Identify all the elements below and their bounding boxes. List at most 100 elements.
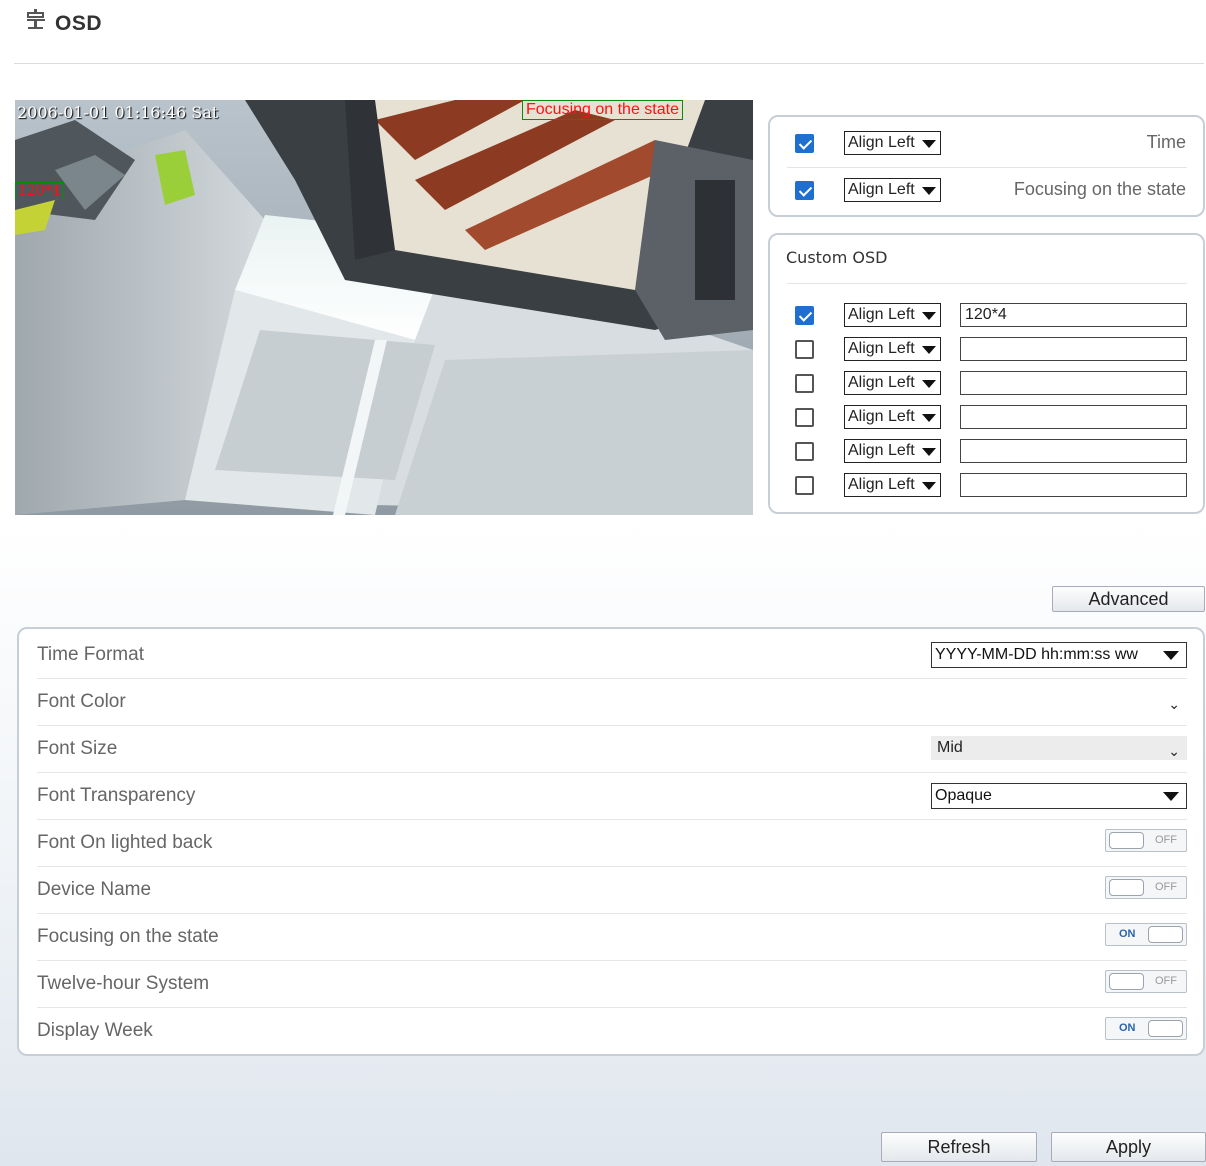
time-checkbox[interactable] [795, 134, 814, 153]
toggle-knob [1148, 1020, 1183, 1037]
dropdown-arrow-icon [922, 380, 936, 388]
time-format-select[interactable]: YYYY-MM-DD hh:mm:ss ww [931, 642, 1187, 668]
custom-osd-checkbox-5[interactable] [795, 442, 814, 461]
focus-state-align-value: Align Left [848, 181, 915, 198]
align-value: Align Left [848, 476, 915, 493]
custom-osd-text-4[interactable] [960, 405, 1187, 429]
font-size-value: Mid [937, 739, 963, 756]
custom-osd-align-select-4[interactable]: Align Left [844, 405, 941, 429]
row-divider [37, 819, 1187, 820]
custom-osd-align-select-2[interactable]: Align Left [844, 337, 941, 361]
align-value: Align Left [848, 408, 915, 425]
osd-settings-panel: Time Format YYYY-MM-DD hh:mm:ss ww Font … [17, 627, 1205, 1056]
twelve-hour-toggle[interactable]: OFF [1105, 970, 1187, 993]
title-divider [787, 283, 1187, 284]
align-value: Align Left [848, 374, 915, 391]
time-label: Time [1146, 132, 1186, 152]
font-color-select[interactable]: ⌄ [931, 689, 1187, 713]
row-divider [787, 167, 1187, 168]
dropdown-arrow-icon [922, 312, 936, 320]
osd-settings-icon [24, 8, 48, 34]
dropdown-arrow-icon [922, 187, 936, 195]
row-divider [37, 960, 1187, 961]
toggle-state: ON [1119, 928, 1136, 940]
chevron-down-icon: ⌄ [1168, 696, 1180, 712]
chevron-down-icon: ⌄ [1168, 743, 1180, 759]
time-align-select[interactable]: Align Left [844, 131, 941, 155]
custom-osd-align-select-5[interactable]: Align Left [844, 439, 941, 463]
font-transparency-select[interactable]: Opaque [931, 783, 1187, 809]
focusing-state-label: Focusing on the state [37, 926, 219, 947]
font-size-label: Font Size [37, 738, 118, 759]
camera-scene-image [15, 100, 753, 515]
custom-osd-text-6[interactable] [960, 473, 1187, 497]
display-week-label: Display Week [37, 1020, 153, 1041]
toggle-state: ON [1119, 1022, 1136, 1034]
custom-osd-align-select-6[interactable]: Align Left [844, 473, 941, 497]
custom-osd-align-select-1[interactable]: Align Left [844, 303, 941, 327]
refresh-button[interactable]: Refresh [881, 1132, 1037, 1162]
font-size-select[interactable]: Mid ⌄ [931, 736, 1187, 760]
font-lighted-back-toggle[interactable]: OFF [1105, 829, 1187, 852]
align-value: Align Left [848, 340, 915, 357]
row-divider [37, 772, 1187, 773]
apply-button[interactable]: Apply [1051, 1132, 1206, 1162]
focus-state-align-select[interactable]: Align Left [844, 178, 941, 202]
focus-state-label: Focusing on the state [1013, 179, 1186, 199]
custom-osd-text-1[interactable]: 120*4 [960, 303, 1187, 327]
custom-osd-align-select-3[interactable]: Align Left [844, 371, 941, 395]
page-title: OSD [55, 12, 103, 35]
header-divider [14, 63, 1204, 64]
dropdown-arrow-icon [922, 346, 936, 354]
toggle-knob [1109, 832, 1144, 849]
page-header [0, 0, 1206, 64]
dropdown-arrow-icon [922, 448, 936, 456]
custom-osd-text-5[interactable] [960, 439, 1187, 463]
focusing-state-toggle[interactable]: ON [1105, 923, 1187, 946]
video-preview[interactable]: 2006-01-01 01:16:46 Sat Focusing on the … [15, 100, 753, 515]
font-transparency-value: Opaque [935, 787, 992, 804]
custom-osd-title: Custom OSD [786, 248, 888, 267]
dropdown-arrow-icon [1163, 651, 1179, 660]
font-lighted-back-label: Font On lighted back [37, 832, 213, 853]
focus-state-checkbox[interactable] [795, 181, 814, 200]
align-value: Align Left [848, 442, 915, 459]
osd-focus-overlay: Focusing on the state [522, 100, 683, 120]
time-align-value: Align Left [848, 134, 915, 151]
toggle-state: OFF [1155, 834, 1177, 846]
custom-osd-checkbox-3[interactable] [795, 374, 814, 393]
align-value: Align Left [848, 306, 915, 323]
custom-osd-panel: Custom OSD Align Left 120*4 Align Left A… [768, 233, 1205, 514]
row-divider [37, 725, 1187, 726]
toggle-state: OFF [1155, 975, 1177, 987]
dropdown-arrow-icon [1163, 792, 1179, 801]
toggle-knob [1109, 879, 1144, 896]
toggle-state: OFF [1155, 881, 1177, 893]
custom-osd-text-3[interactable] [960, 371, 1187, 395]
osd-time-overlay: 2006-01-01 01:16:46 Sat [17, 103, 219, 122]
time-format-label: Time Format [37, 644, 144, 665]
dropdown-arrow-icon [922, 140, 936, 148]
row-divider [37, 1007, 1187, 1008]
device-name-toggle[interactable]: OFF [1105, 876, 1187, 899]
toggle-knob [1148, 926, 1183, 943]
row-divider [37, 678, 1187, 679]
display-week-toggle[interactable]: ON [1105, 1017, 1187, 1040]
custom-osd-checkbox-4[interactable] [795, 408, 814, 427]
font-transparency-label: Font Transparency [37, 785, 196, 806]
dropdown-arrow-icon [922, 482, 936, 490]
time-format-value: YYYY-MM-DD hh:mm:ss ww [935, 646, 1138, 663]
twelve-hour-label: Twelve-hour System [37, 973, 210, 994]
dropdown-arrow-icon [922, 414, 936, 422]
custom-osd-checkbox-2[interactable] [795, 340, 814, 359]
advanced-button[interactable]: Advanced [1052, 586, 1205, 612]
osd-custom-overlay: 120*4 [15, 182, 64, 200]
row-divider [37, 913, 1187, 914]
toggle-knob [1109, 973, 1144, 990]
basic-osd-panel: Align Left Time Align Left Focusing on t… [768, 115, 1205, 217]
custom-osd-checkbox-6[interactable] [795, 476, 814, 495]
custom-osd-text-2[interactable] [960, 337, 1187, 361]
row-divider [37, 866, 1187, 867]
custom-osd-checkbox-1[interactable] [795, 306, 814, 325]
font-color-label: Font Color [37, 691, 126, 712]
